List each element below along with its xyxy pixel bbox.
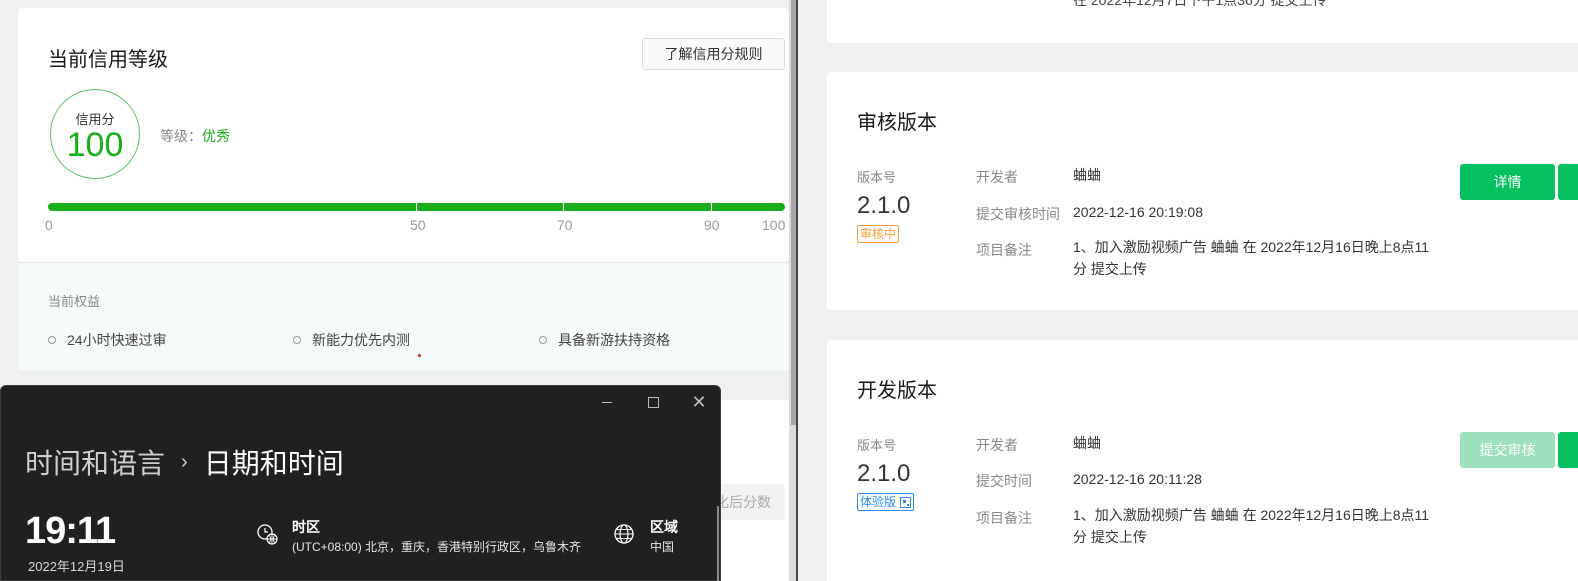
credit-level-value: 优秀 <box>202 128 230 144</box>
timezone-value: (UTC+08:00) 北京，重庆，香港特别行政区，乌鲁木齐 <box>292 540 582 554</box>
benefits-card: 当前权益 24小时快速过审 新能力优先内测 具备新游扶持资格 <box>18 262 789 370</box>
breadcrumb-parent[interactable]: 时间和语言 <box>25 442 165 482</box>
current-date: 2022年12月19日 <box>28 559 125 574</box>
developer-label: 开发者 <box>976 169 1018 185</box>
submit-review-button[interactable]: 提交审核 <box>1460 432 1555 468</box>
more-actions-button[interactable] <box>1558 164 1578 200</box>
developer-value: 蛐蛐 <box>1073 167 1101 183</box>
dev-version-card: 开发版本 版本号 2.1.0 体验版 开发者 蛐蛐 提交时间 2022-12-1… <box>827 340 1578 581</box>
breadcrumb-current: 日期和时间 <box>203 448 344 479</box>
progress-divider-90 <box>711 203 712 211</box>
remark-value: 1、加入激励视频广告 蛐蛐 在 2022年12月16日晚上8点11分 提交上传 <box>1073 239 1430 277</box>
submit-time-value: 2022-12-16 20:19:08 <box>1073 204 1203 220</box>
progress-tick: 50 <box>410 217 426 233</box>
progress-tick: 90 <box>704 217 720 233</box>
timezone-title: 时区 <box>292 519 320 535</box>
circle-bullet-icon <box>48 336 56 344</box>
remark-label: 项目备注 <box>976 242 1032 258</box>
credit-score-label: 信用分 <box>75 111 115 127</box>
credit-rules-button[interactable]: 了解信用分规则 <box>642 38 785 70</box>
remark-value: 1、加入激励视频广告 蛐蛐 在 2022年12月16日晚上8点11分 提交上传 <box>1073 507 1430 545</box>
submit-time-label: 提交时间 <box>976 473 1032 489</box>
credit-progress-bar <box>48 203 785 211</box>
trial-badge-label: 体验版 <box>860 495 897 509</box>
qr-code-icon[interactable] <box>900 496 912 508</box>
region-value: 中国 <box>650 540 675 554</box>
trial-version-badge[interactable]: 体验版 <box>857 493 915 511</box>
benefits-title: 当前权益 <box>48 294 101 309</box>
benefit-item: 24小时快速过审 <box>48 330 167 350</box>
review-version-card: 审核版本 版本号 2.1.0 审核中 开发者 蛐蛐 提交审核时间 2022-12… <box>827 72 1578 310</box>
more-actions-button[interactable] <box>1558 432 1578 468</box>
current-time: 19:11 <box>25 510 116 552</box>
credit-level-title: 当前信用等级 <box>48 49 168 71</box>
detail-button[interactable]: 详情 <box>1460 164 1555 200</box>
submit-time-label: 提交审核时间 <box>976 206 1060 222</box>
benefit-label: 具备新游扶持资格 <box>558 332 670 348</box>
credit-level-prefix: 等级： <box>160 128 202 144</box>
circle-bullet-icon <box>539 336 547 344</box>
close-icon[interactable]: ✕ <box>687 392 711 413</box>
status-badge-label: 审核中 <box>860 227 897 241</box>
status-badge: 审核中 <box>857 225 900 243</box>
version-number-label: 版本号 <box>857 170 897 185</box>
credit-level-row: 等级：优秀 <box>160 126 230 146</box>
settings-window: ✕ 时间和语言 › 日期和时间 19:11 2022年12月19日 时区 (UT… <box>0 385 721 581</box>
online-version-card: 在 2022年12月7日下午1点36分 提交上传 <box>827 0 1578 43</box>
online-version-remark: 在 2022年12月7日下午1点36分 提交上传 <box>1073 0 1327 8</box>
progress-tick: 70 <box>557 217 573 233</box>
progress-tick: 0 <box>45 217 53 233</box>
remark-label: 项目备注 <box>976 510 1032 526</box>
credit-level-card: 当前信用等级 了解信用分规则 信用分 100 等级：优秀 0 50 70 90 … <box>18 8 789 262</box>
circle-bullet-icon <box>293 336 301 344</box>
submit-time-value: 2022-12-16 20:11:28 <box>1073 471 1202 487</box>
versions-pane: 在 2022年12月7日下午1点36分 提交上传 审核版本 版本号 2.1.0 … <box>798 0 1578 581</box>
timezone-icon <box>257 524 278 545</box>
version-number-label: 版本号 <box>857 438 897 453</box>
developer-value: 蛐蛐 <box>1073 435 1101 451</box>
maximize-icon[interactable] <box>641 392 665 412</box>
credit-score-value: 100 <box>66 125 124 164</box>
version-number: 2.1.0 <box>857 192 911 219</box>
chevron-right-icon: › <box>181 450 188 473</box>
developer-label: 开发者 <box>976 437 1018 453</box>
benefit-item: 新能力优先内测 <box>293 330 410 350</box>
progress-divider-50 <box>416 203 417 211</box>
benefit-label: 24小时快速过审 <box>67 332 167 348</box>
red-marker-dot <box>418 354 421 357</box>
credit-score-circle: 信用分 100 <box>50 89 140 179</box>
dev-version-title: 开发版本 <box>857 380 937 402</box>
minimize-icon[interactable] <box>595 392 619 412</box>
breadcrumb: 时间和语言 › 日期和时间 <box>25 442 344 482</box>
benefit-label: 新能力优先内测 <box>312 332 410 348</box>
benefit-item: 具备新游扶持资格 <box>539 330 670 350</box>
globe-icon <box>614 524 634 544</box>
version-number: 2.1.0 <box>857 460 911 487</box>
progress-divider-70 <box>563 203 564 211</box>
settings-scrollbar[interactable] <box>717 506 719 581</box>
region-title: 区域 <box>650 519 678 535</box>
review-version-title: 审核版本 <box>857 112 937 134</box>
progress-tick: 100 <box>762 217 786 233</box>
